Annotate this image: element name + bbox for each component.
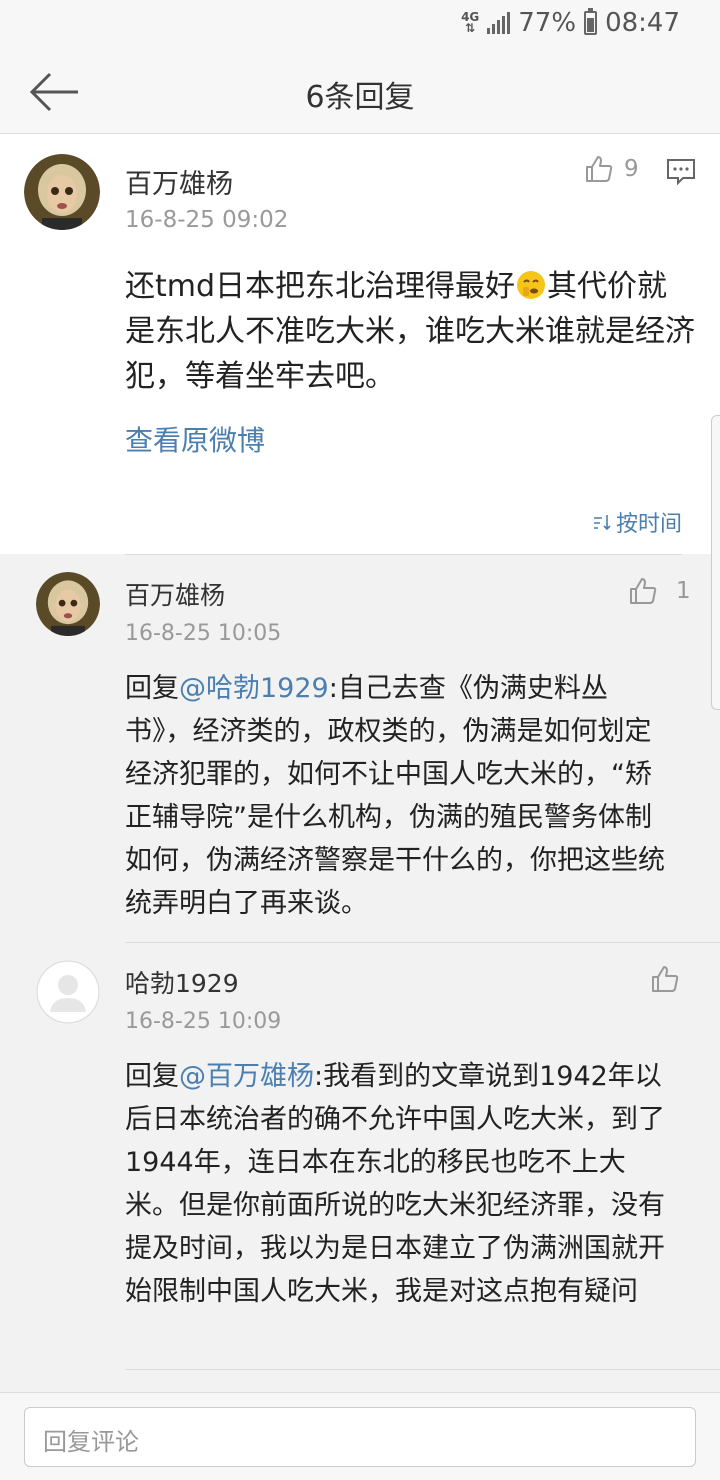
mention-link[interactable]: @哈勃1929 <box>179 673 329 704</box>
emoji-icon <box>517 271 546 299</box>
signal-icon <box>487 12 511 34</box>
default-avatar-icon <box>36 960 100 1024</box>
battery-percent: 77% <box>518 8 577 38</box>
reply-body: 回复@百万雄杨:我看到的文章说到1942年以后日本统治者的确不允许中国人吃大米，… <box>125 1061 665 1307</box>
thumbs-up-icon <box>652 966 679 992</box>
view-original-link[interactable]: 查看原微博 <box>125 419 265 459</box>
network-4g-icon: 4G ⇅ <box>461 10 480 35</box>
avatar[interactable] <box>24 154 100 230</box>
reply-username[interactable]: 百万雄杨 <box>125 576 225 612</box>
comment-button[interactable] <box>666 158 696 190</box>
post-body: 还tmd日本把东北治理得最好 其代价就是东北人不准吃大米，谁吃大米谁就是经济犯，等… <box>125 269 695 394</box>
reply-item: 百万雄杨 16-8-25 10:05 1 回复@哈勃1929:自己去查《伪满史料… <box>0 554 720 942</box>
reply-input[interactable]: 回复评论 <box>24 1407 696 1467</box>
reply-like-count: 1 <box>676 578 691 604</box>
battery-icon <box>584 8 598 35</box>
comment-icon <box>667 159 695 186</box>
clock: 08:47 <box>605 8 680 38</box>
divider <box>125 554 682 555</box>
thumbs-up-icon <box>586 156 613 182</box>
reply-time: 16-8-25 10:05 <box>125 621 282 646</box>
scroll-indicator[interactable] <box>711 415 720 710</box>
reply-item: 哈勃1929 16-8-25 10:09 回复@百万雄杨:我看到的文章说到194… <box>0 942 720 1372</box>
title-bar: 6条回复 <box>0 50 720 134</box>
thumbs-up-icon <box>630 578 657 604</box>
reply-avatar[interactable] <box>36 960 100 1024</box>
like-button[interactable]: 9 <box>584 154 639 184</box>
reply-composer-bar: 回复评论 <box>0 1392 720 1480</box>
like-count: 9 <box>624 156 639 182</box>
divider <box>125 942 720 943</box>
status-bar: 4G ⇅ 77% 08:47 <box>0 0 720 50</box>
reply-time: 16-8-25 10:09 <box>125 1009 282 1034</box>
mention-link[interactable]: @百万雄杨 <box>179 1061 314 1092</box>
main-post: 百万雄杨 16-8-25 09:02 9 还tmd日本把东北治理得最好 其代价就是… <box>0 134 720 554</box>
post-time: 16-8-25 09:02 <box>125 207 289 233</box>
reply-like-button[interactable] <box>650 964 690 994</box>
reply-avatar[interactable] <box>36 572 100 636</box>
reply-like-button[interactable]: 1 <box>628 576 691 606</box>
page-title: 6条回复 <box>305 80 415 115</box>
post-username[interactable]: 百万雄杨 <box>125 162 233 201</box>
sort-icon <box>593 515 611 531</box>
reply-username[interactable]: 哈勃1929 <box>125 964 239 1000</box>
sort-button[interactable]: 按时间 <box>592 506 682 538</box>
reply-body: 回复@哈勃1929:自己去查《伪满史料丛书》，经济类的，政权类的，伪满是如何划定… <box>125 673 665 919</box>
divider <box>125 1369 720 1370</box>
